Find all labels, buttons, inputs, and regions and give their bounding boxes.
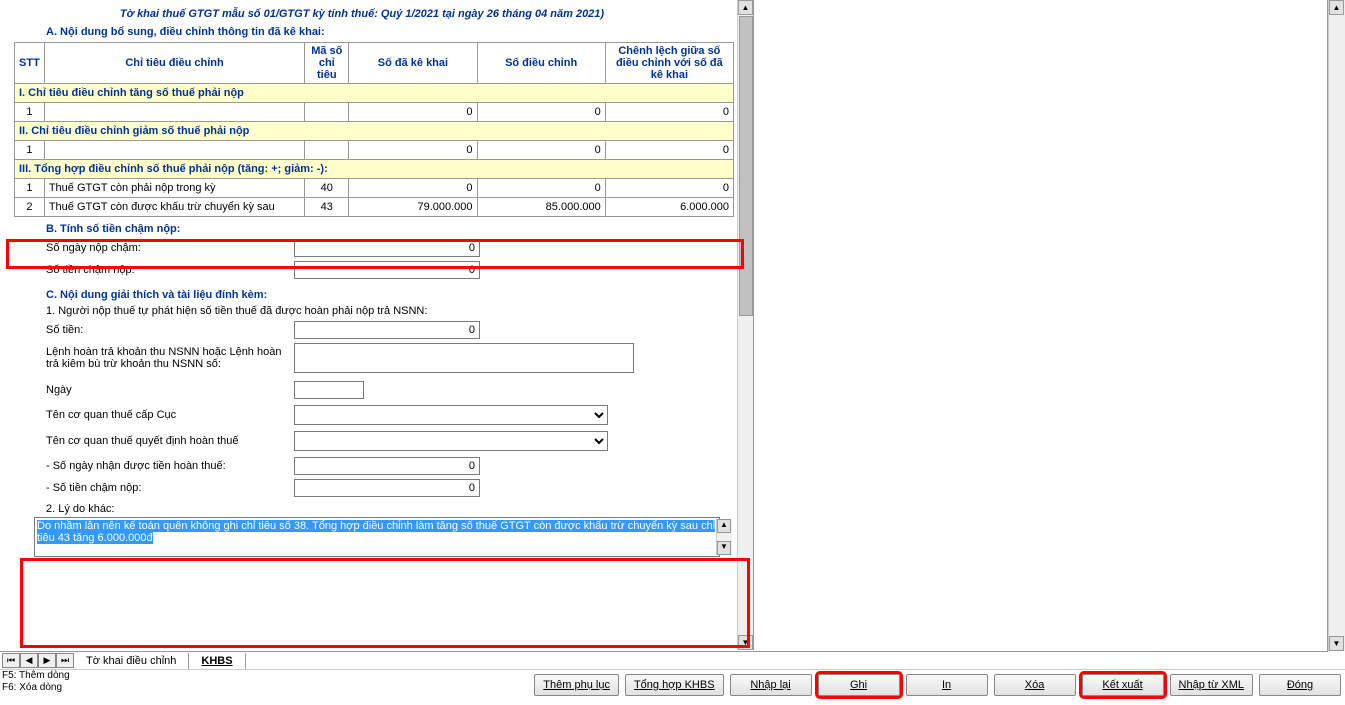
table-row[interactable]: 1 Thuế GTGT còn phải nộp trong kỳ 40 0 0… [15,179,734,198]
group-ii-header: II. Chỉ tiêu điều chỉnh giảm số thuế phả… [15,122,734,141]
highlight-reason [20,558,750,648]
scroll-up-icon[interactable]: ▲ [738,0,753,15]
tab-nav-last-icon[interactable]: ⏭ [56,653,74,668]
ghi-button[interactable]: Ghi [818,674,900,696]
xoa-button[interactable]: Xóa [994,674,1076,696]
scroll-down-icon[interactable]: ▼ [1329,636,1344,651]
scrollbar-thumb[interactable] [739,16,753,316]
outer-vertical-scrollbar[interactable]: ▲ ▼ [1328,0,1345,651]
scroll-down-icon[interactable]: ▼ [738,635,753,650]
so-tien-cham-nop2-input[interactable] [294,479,480,497]
tab-nav-first-icon[interactable]: ⏮ [2,653,20,668]
table-row-highlighted[interactable]: 2 Thuế GTGT còn được khấu trừ chuyển kỳ … [15,198,734,217]
tab-nav-next-icon[interactable]: ▶ [38,653,56,668]
th-maso: Mã số chỉ tiêu [305,43,349,84]
so-ngay-nhan-input[interactable] [294,457,480,475]
th-chitieu: Chỉ tiêu điều chỉnh [44,43,304,84]
group-iii-header: III. Tổng hợp điều chỉnh số thuế phải nộ… [15,160,734,179]
th-chenhlech: Chênh lệch giữa số điều chỉnh với số đã … [605,43,733,84]
c1-label: 1. Người nộp thuế tự phát hiện số tiền t… [46,305,753,317]
c2-label: 2. Lý do khác: [46,503,753,515]
tong-hop-khbs-button[interactable]: Tổng hợp KHBS [625,674,724,696]
nhap-tu-xml-button[interactable]: Nhập từ XML [1170,674,1253,696]
th-stt: STT [15,43,45,84]
so-tien-cham-nop-label: Số tiền chậm nộp: [46,264,294,276]
lenh-input[interactable] [294,343,634,373]
nhap-lai-button[interactable]: Nhập lại [730,674,812,696]
lenh-label: Lệnh hoàn trả khoản thu NSNN hoặc Lệnh h… [46,346,294,370]
so-tien-c-input[interactable] [294,321,480,339]
form-vertical-scrollbar[interactable]: ▲ ▼ [737,0,754,650]
ngay-input[interactable] [294,381,364,399]
them-phu-luc-button[interactable]: Thêm phụ lục [534,674,619,696]
form-panel: Tờ khai thuế GTGT mẫu số 01/GTGT kỳ tính… [2,0,754,650]
bottom-bar: F5: Thêm dòng F6: Xóa dòng Thêm phụ lục … [0,669,1345,705]
th-dieuchinh: Số điều chỉnh [477,43,605,84]
so-tien-cham-nop-input[interactable] [294,261,480,279]
scroll-down-icon[interactable]: ▼ [717,541,731,555]
so-ngay-nhan-label: - Số ngày nhận được tiền hoàn thuế: [46,460,294,472]
section-b-title: B. Tính số tiền chậm nộp: [46,223,753,235]
reason-scrollbar[interactable]: ▲ ▼ [716,519,732,555]
table-row[interactable]: 1 0 0 0 [15,103,734,122]
shortcut-hints: F5: Thêm dòng F6: Xóa dòng [2,670,70,694]
adjustment-table: STT Chỉ tiêu điều chỉnh Mã số chỉ tiêu S… [14,42,734,217]
form-title: Tờ khai thuế GTGT mẫu số 01/GTGT kỳ tính… [2,8,722,20]
group-i-header: I. Chỉ tiêu điều chỉnh tăng số thuế phải… [15,84,734,103]
section-c-title: C. Nội dung giải thích và tài liệu đính … [46,289,753,301]
tab-khbs[interactable]: KHBS [189,653,245,669]
quyet-dinh-select[interactable] [294,431,608,451]
reason-textarea[interactable]: Do nhầm lẫn nên kế toán quên không ghi c… [34,517,720,557]
cuc-select[interactable] [294,405,608,425]
table-row[interactable]: 1 0 0 0 [15,141,734,160]
scroll-up-icon[interactable]: ▲ [1329,0,1344,15]
ngay-label: Ngày [46,384,294,396]
cuc-label: Tên cơ quan thuế cấp Cục [46,409,294,421]
tab-nav-prev-icon[interactable]: ◀ [20,653,38,668]
ket-xuat-button[interactable]: Kết xuất [1082,674,1164,696]
so-ngay-nop-cham-label: Số ngày nộp chậm: [46,242,294,254]
th-dakekhai: Số đã kê khai [349,43,477,84]
quyet-dinh-label: Tên cơ quan thuế quyết định hoàn thuế [46,435,294,447]
tab-to-khai-dieu-chinh[interactable]: Tờ khai điều chỉnh [74,653,189,669]
so-ngay-nop-cham-input[interactable] [294,239,480,257]
so-tien-cham-nop2-label: - Số tiền chậm nộp: [46,482,294,494]
dong-button[interactable]: Đóng [1259,674,1341,696]
section-a-title: A. Nội dung bổ sung, điều chỉnh thông ti… [46,26,753,38]
tab-strip: ⏮ ◀ ▶ ⏭ Tờ khai điều chỉnh KHBS [0,651,1328,669]
scroll-up-icon[interactable]: ▲ [717,519,731,533]
in-button[interactable]: In [906,674,988,696]
so-tien-c-label: Số tiền: [46,324,294,336]
